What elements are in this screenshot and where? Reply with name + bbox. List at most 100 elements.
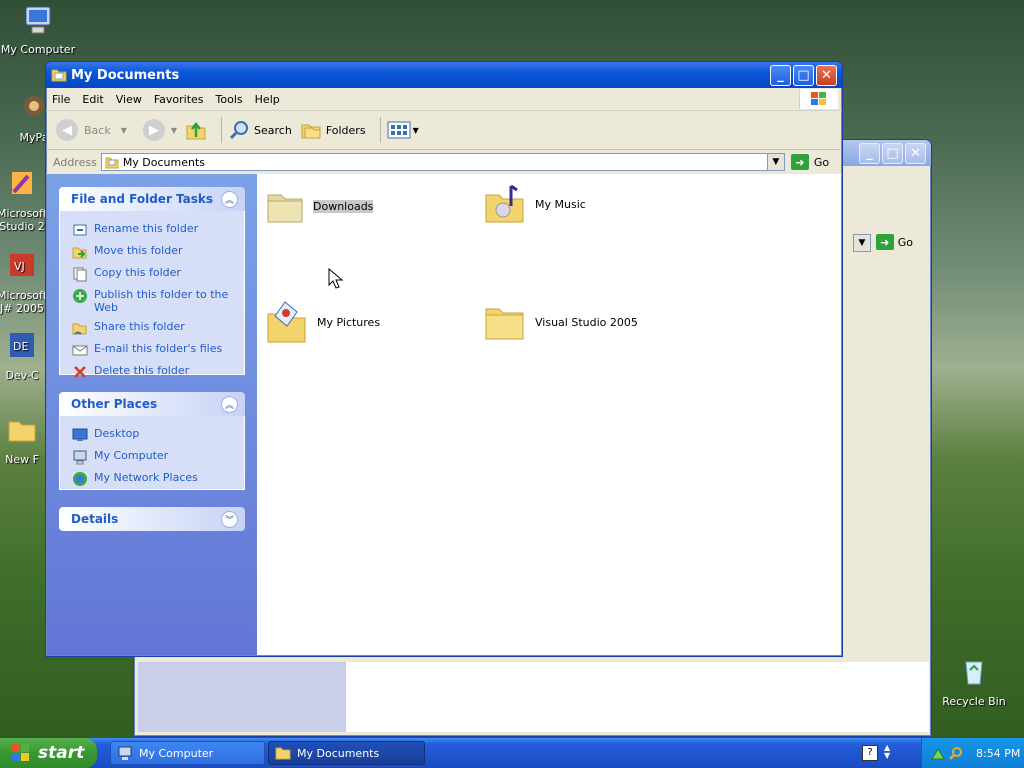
titlebar[interactable]: My Documents _ □ ✕ xyxy=(46,62,842,88)
task-copy[interactable]: Copy this folder xyxy=(60,263,244,285)
file-folder-tasks-header[interactable]: File and Folder Tasks ︽ xyxy=(59,187,245,211)
back-button[interactable]: ◀ Back ▼ xyxy=(56,119,127,141)
language-chevron-icon[interactable]: ▲ ▼ xyxy=(884,744,890,760)
svg-text:DE: DE xyxy=(13,340,28,353)
address-value: My Documents xyxy=(122,155,206,169)
menu-tools[interactable]: Tools xyxy=(210,93,249,106)
start-label: start xyxy=(38,743,85,763)
folder-icon xyxy=(8,421,36,442)
collapse-chevron-icon[interactable]: ︽ xyxy=(221,395,238,413)
address-bar: Address My Documents ▼ ➜ Go xyxy=(46,150,842,175)
up-folder-button[interactable] xyxy=(185,119,207,141)
computer-icon xyxy=(118,746,132,760)
maximize-button[interactable]: □ xyxy=(882,142,903,164)
close-button[interactable]: ✕ xyxy=(816,64,837,86)
task-label: E-mail this folder's files xyxy=(94,342,223,355)
task-publish[interactable]: Publish this folder to the Web xyxy=(60,285,244,317)
menu-help[interactable]: Help xyxy=(249,93,286,106)
taskbar-button-my-computer[interactable]: My Computer xyxy=(110,741,265,765)
menu-favorites[interactable]: Favorites xyxy=(148,93,210,106)
panel-title: Other Places xyxy=(71,397,158,411)
place-my-computer[interactable]: My Computer xyxy=(60,446,244,468)
folder-my-pictures[interactable]: My Pictures xyxy=(265,298,380,346)
desktop-icon-recycle-bin[interactable]: Recycle Bin xyxy=(936,656,1012,708)
delete-icon xyxy=(74,366,86,378)
background-address-dropdown[interactable]: ▼ xyxy=(853,234,871,252)
windows-logo-icon xyxy=(799,89,838,109)
search-tray-icon[interactable] xyxy=(948,745,964,761)
task-label: Rename this folder xyxy=(94,222,199,235)
task-share[interactable]: Share this folder xyxy=(60,317,244,339)
back-arrow-icon: ◀ xyxy=(56,119,78,141)
task-move[interactable]: Move this folder xyxy=(60,241,244,263)
task-delete[interactable]: Delete this folder xyxy=(60,361,244,383)
desktop-icon-label: My Computer xyxy=(0,43,76,56)
views-button[interactable]: ▼ xyxy=(387,121,419,139)
place-label: Desktop xyxy=(94,427,140,440)
task-pane: File and Folder Tasks ︽ Rename this fold… xyxy=(47,174,257,655)
my-documents-window[interactable]: My Documents _ □ ✕ File Edit View Favori… xyxy=(45,61,843,657)
computer-icon xyxy=(25,6,51,34)
close-button[interactable]: ✕ xyxy=(905,142,926,164)
address-dropdown-button[interactable]: ▼ xyxy=(766,154,784,170)
forward-button[interactable]: ▶ ▼ xyxy=(142,119,177,141)
background-go-button[interactable]: ➜ Go xyxy=(875,234,913,250)
copy-icon xyxy=(73,267,87,282)
menu-bar: File Edit View Favorites Tools Help xyxy=(46,88,842,111)
go-arrow-icon: ➜ xyxy=(875,234,894,250)
go-button[interactable]: ➜ Go xyxy=(790,154,830,170)
folders-label: Folders xyxy=(325,123,366,137)
place-label: My Computer xyxy=(94,449,169,462)
maximize-button[interactable]: □ xyxy=(793,64,814,86)
search-label: Search xyxy=(254,123,292,137)
desktop-icon xyxy=(72,428,88,441)
desktop-icon-label: Recycle Bin xyxy=(942,695,1006,708)
start-button[interactable]: start xyxy=(0,738,97,768)
views-dropdown-icon: ▼ xyxy=(412,125,419,135)
collapse-chevron-icon[interactable]: ︽ xyxy=(221,190,238,208)
desktop-icon-my-computer[interactable]: My Computer xyxy=(0,4,76,56)
taskbar: start My Computer My Documents ? ▲ ▼ 8:54… xyxy=(0,738,1024,768)
folder-visual-studio-2005[interactable]: Visual Studio 2005 xyxy=(483,300,638,344)
other-places-panel: Desktop My Computer My Network Places xyxy=(59,416,245,490)
search-button[interactable]: Search xyxy=(228,119,292,141)
menu-edit[interactable]: Edit xyxy=(76,93,109,106)
windows-logo-icon xyxy=(12,744,29,761)
place-desktop[interactable]: Desktop xyxy=(60,424,244,446)
music-folder-icon xyxy=(485,184,524,223)
window-title: My Documents xyxy=(71,67,180,83)
folder-my-music[interactable]: My Music xyxy=(483,182,586,226)
file-label: My Music xyxy=(535,197,586,211)
task-email[interactable]: E-mail this folder's files xyxy=(60,339,244,361)
help-icon[interactable]: ? xyxy=(862,745,878,761)
email-icon xyxy=(72,345,88,356)
minimize-button[interactable]: _ xyxy=(770,64,791,86)
views-icon xyxy=(387,121,411,139)
place-my-network-places[interactable]: My Network Places xyxy=(60,468,244,490)
back-dropdown-icon[interactable]: ▼ xyxy=(121,126,127,135)
folders-button[interactable]: Folders xyxy=(300,119,366,141)
task-label: Delete this folder xyxy=(94,364,190,377)
address-input[interactable]: My Documents ▼ xyxy=(100,153,785,171)
expand-chevron-icon[interactable]: ︾ xyxy=(221,510,238,528)
my-documents-icon xyxy=(105,157,119,169)
other-places-header[interactable]: Other Places ︽ xyxy=(59,392,245,416)
network-tray-icon[interactable] xyxy=(930,745,946,761)
taskbar-button-my-documents[interactable]: My Documents xyxy=(268,741,425,765)
menu-view[interactable]: View xyxy=(110,93,148,106)
file-view: Downloads My Music My Pictures Visual St… xyxy=(257,174,841,655)
go-label: Go xyxy=(813,155,830,169)
folder-downloads[interactable]: Downloads xyxy=(265,186,374,226)
system-tray: 8:54 PM xyxy=(921,738,1024,768)
clock: 8:54 PM xyxy=(976,746,1021,760)
toolbar-separator xyxy=(379,117,381,143)
folder-icon xyxy=(267,194,303,223)
folder-icon xyxy=(485,308,524,340)
minimize-button[interactable]: _ xyxy=(859,142,880,164)
menu-file[interactable]: File xyxy=(46,93,76,106)
task-rename[interactable]: Rename this folder xyxy=(60,219,244,241)
forward-dropdown-icon[interactable]: ▼ xyxy=(171,126,177,135)
file-label: My Pictures xyxy=(317,315,381,329)
details-header[interactable]: Details ︾ xyxy=(59,507,245,531)
visual-studio-icon xyxy=(12,172,32,194)
